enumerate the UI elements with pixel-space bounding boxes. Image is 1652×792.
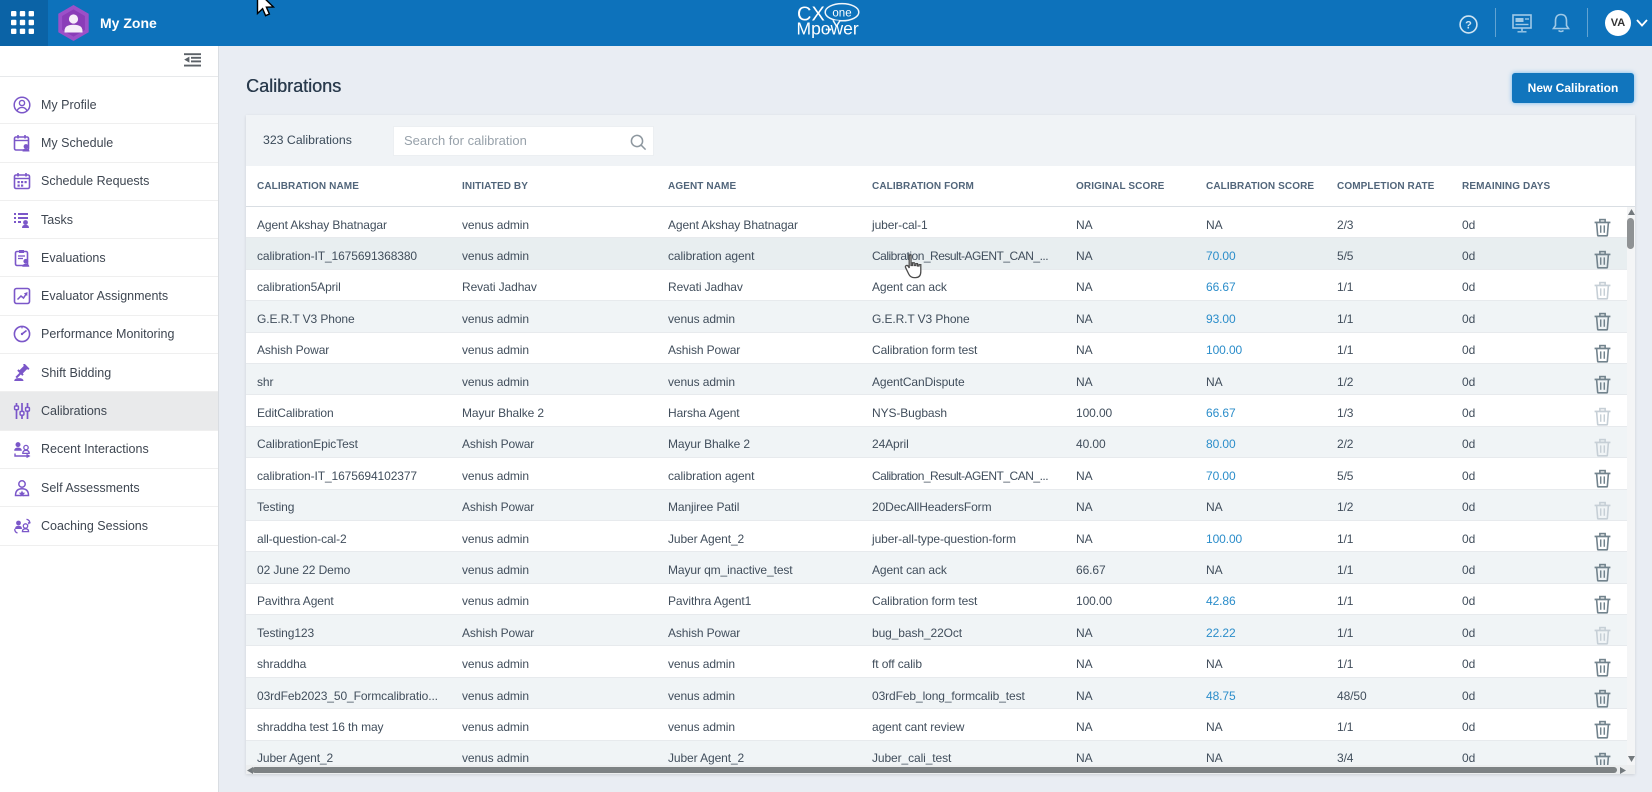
svg-text:one: one xyxy=(832,7,851,19)
svg-text:Mpower: Mpower xyxy=(797,19,859,39)
svg-text:?: ? xyxy=(1465,20,1472,32)
